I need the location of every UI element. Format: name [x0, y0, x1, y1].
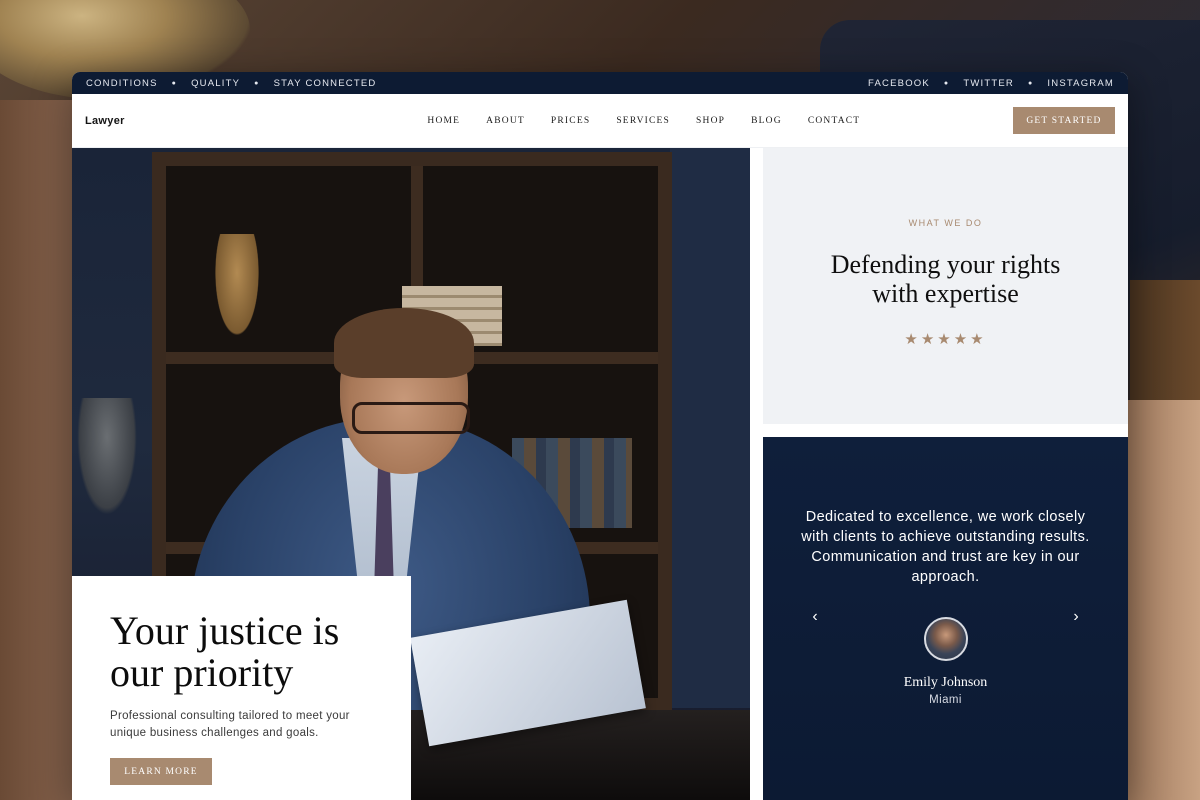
- separator-dot: ●: [254, 79, 260, 87]
- plant-decoration: [72, 398, 142, 528]
- main-menu: HOME ABOUT PRICES SERVICES SHOP BLOG CON…: [414, 116, 873, 126]
- lawyer-hair: [334, 308, 474, 378]
- hero-card: Your justice is our priority Professiona…: [72, 576, 411, 800]
- nav-item-shop[interactable]: SHOP: [683, 116, 738, 126]
- chevron-right-icon[interactable]: ›: [1066, 607, 1086, 627]
- wall-pillar: [670, 148, 750, 708]
- nav-item-prices[interactable]: PRICES: [538, 116, 603, 126]
- what-we-do-title: Defending your rights with expertise: [763, 250, 1128, 308]
- website-frame: CONDITIONS ● QUALITY ● STAY CONNECTED FA…: [72, 72, 1128, 800]
- top-link-stay-connected[interactable]: STAY CONNECTED: [274, 78, 377, 89]
- star-rating: ★★★★★: [904, 331, 987, 348]
- top-link-facebook[interactable]: FACEBOOK: [868, 78, 930, 89]
- top-link-quality[interactable]: QUALITY: [191, 78, 240, 89]
- main-navbar: Lawyer HOME ABOUT PRICES SERVICES SHOP B…: [72, 94, 1128, 148]
- separator-dot: ●: [171, 79, 178, 87]
- what-we-do-card: WHAT WE DO Defending your rights with ex…: [763, 148, 1128, 424]
- separator-dot: ●: [943, 79, 950, 87]
- avatar: [923, 617, 968, 661]
- nav-item-blog[interactable]: BLOG: [738, 116, 795, 126]
- brand-logo[interactable]: Lawyer: [85, 115, 125, 127]
- top-link-conditions[interactable]: CONDITIONS: [86, 78, 158, 89]
- top-bar-right: FACEBOOK ● TWITTER ● INSTAGRAM: [868, 78, 1114, 89]
- testimonial-text: Dedicated to excellence, we work closely…: [801, 509, 1090, 585]
- chevron-left-icon[interactable]: ‹: [805, 607, 825, 627]
- learn-more-button[interactable]: LEARN MORE: [110, 758, 212, 785]
- top-bar: CONDITIONS ● QUALITY ● STAY CONNECTED FA…: [72, 72, 1128, 94]
- top-link-twitter[interactable]: TWITTER: [963, 78, 1014, 89]
- hero-subtitle: Professional consulting tailored to meet…: [110, 710, 350, 739]
- top-link-instagram[interactable]: INSTAGRAM: [1047, 78, 1114, 89]
- statue-decoration: [212, 234, 262, 344]
- testimonial-city: Miami: [929, 694, 962, 706]
- nav-item-about[interactable]: ABOUT: [473, 116, 538, 126]
- background-wood-left: [0, 100, 80, 800]
- lawyer-glasses: [352, 402, 470, 434]
- get-started-button[interactable]: GET STARTED: [1012, 107, 1115, 134]
- what-title-line1: Defending your rights: [830, 250, 1061, 279]
- nav-item-home[interactable]: HOME: [414, 116, 473, 126]
- testimonial-card: Dedicated to excellence, we work closely…: [763, 437, 1128, 800]
- nav-item-contact[interactable]: CONTACT: [795, 116, 874, 126]
- hero-title: Your justice is our priority: [110, 608, 340, 695]
- background-wood-right: [1120, 400, 1200, 800]
- nav-item-services[interactable]: SERVICES: [603, 116, 683, 126]
- testimonial-name: Emily Johnson: [903, 675, 988, 690]
- top-bar-left: CONDITIONS ● QUALITY ● STAY CONNECTED: [86, 78, 376, 89]
- what-we-do-eyebrow: WHAT WE DO: [908, 218, 983, 228]
- separator-dot: ●: [1027, 79, 1034, 87]
- what-title-line2: with expertise: [872, 279, 1019, 308]
